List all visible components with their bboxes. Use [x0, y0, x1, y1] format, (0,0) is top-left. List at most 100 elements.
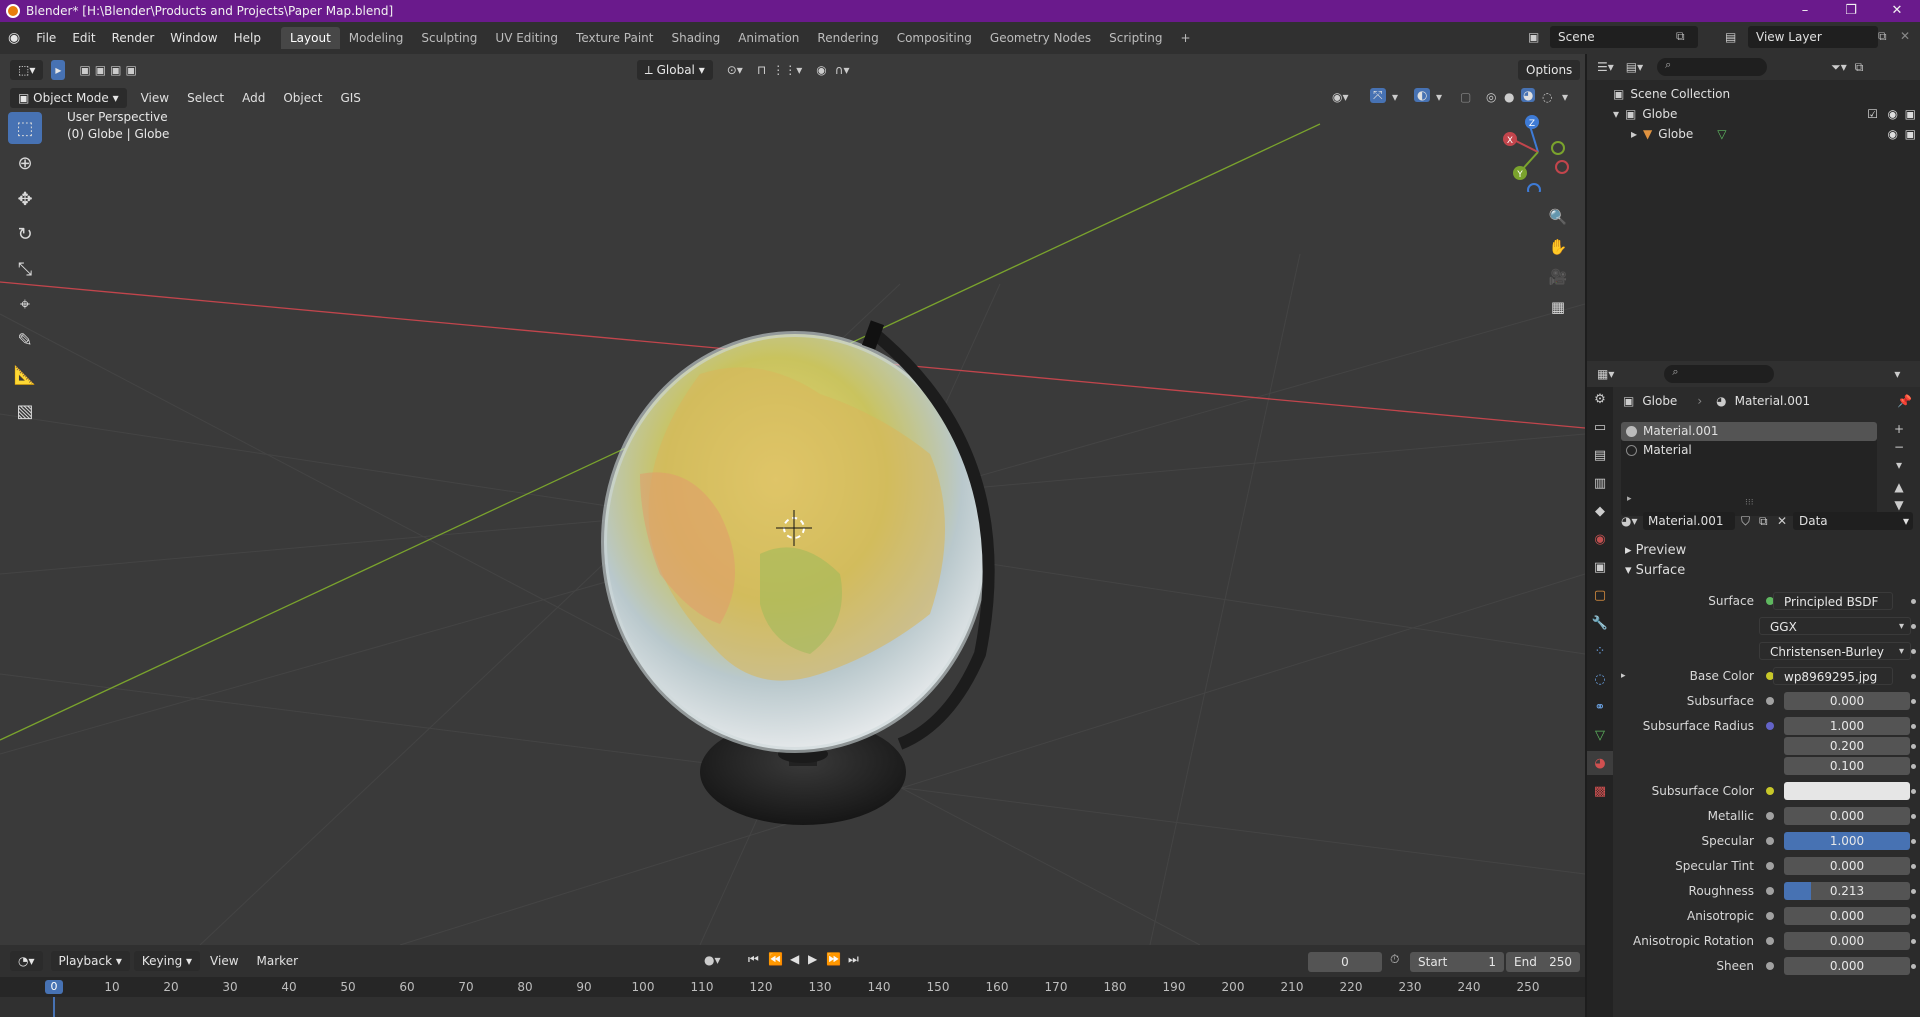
- timeline-view-menu[interactable]: View: [210, 954, 238, 968]
- keyframe-dot-icon[interactable]: [1911, 813, 1916, 819]
- snap-icon[interactable]: ⊓: [757, 63, 766, 77]
- particles-tab-icon[interactable]: ⁘: [1587, 639, 1613, 663]
- view-layer-selector[interactable]: View Layer: [1748, 26, 1878, 48]
- select-new-icon[interactable]: ▣: [79, 63, 90, 77]
- display-mode-icon[interactable]: ▤▾: [1626, 60, 1643, 74]
- visibility-eye-icon[interactable]: ◉: [1888, 107, 1898, 121]
- visibility-icon[interactable]: ◉▾: [1332, 90, 1349, 104]
- world-tab-icon[interactable]: ◉: [1587, 527, 1613, 551]
- tab-rendering[interactable]: Rendering: [808, 27, 887, 49]
- move-tool-icon[interactable]: ✥: [8, 183, 42, 215]
- menu-gis[interactable]: GIS: [340, 91, 360, 105]
- duplicate-material-icon[interactable]: ⧉: [1759, 514, 1768, 529]
- socket-dot-icon[interactable]: [1766, 812, 1774, 820]
- view-layer-icon[interactable]: ▤: [1725, 30, 1736, 44]
- include-checkbox[interactable]: ☑: [1867, 107, 1878, 121]
- new-collection-icon[interactable]: ⧉: [1855, 60, 1864, 75]
- slot-specials-icon[interactable]: ▾: [1889, 458, 1909, 480]
- unlink-material-icon[interactable]: ✕: [1777, 514, 1787, 528]
- scene-tab-icon[interactable]: ◆: [1587, 499, 1613, 523]
- select-extend-icon[interactable]: ▣: [95, 63, 106, 77]
- tool-tab-icon[interactable]: ⚙: [1587, 387, 1613, 411]
- outliner-search-input[interactable]: ⌕: [1657, 58, 1768, 76]
- render-camera-icon[interactable]: ▣: [1905, 127, 1916, 141]
- remove-slot-icon[interactable]: −: [1889, 440, 1909, 458]
- property-field[interactable]: 0.000: [1784, 692, 1910, 710]
- solid-shading-icon[interactable]: ●: [1504, 90, 1514, 104]
- browse-material-icon[interactable]: ◕▾: [1621, 514, 1638, 528]
- property-field[interactable]: 1.000: [1784, 717, 1910, 735]
- 3d-viewport[interactable]: ⬚▾ ▸ ▣ ▣ ▣ ▣ ⟂ Global ▾ ⊙▾ ⊓ ⋮⋮▾ ◉ ∩▾ Op…: [0, 54, 1585, 945]
- cursor-tool-icon[interactable]: ⊕: [8, 147, 42, 179]
- socket-dot-icon[interactable]: [1766, 697, 1774, 705]
- property-field[interactable]: [1784, 782, 1910, 800]
- visibility-eye-icon[interactable]: ◉: [1888, 127, 1898, 141]
- property-field[interactable]: 0.000: [1784, 932, 1910, 950]
- tab-geometry-nodes[interactable]: Geometry Nodes: [981, 27, 1100, 49]
- frame-ruler[interactable]: 0 10 20 30 40 50 60 70 80 90 100 110 120 130 140 150 16…: [0, 977, 1585, 997]
- jump-end-icon[interactable]: ⏭: [848, 952, 859, 967]
- preview-panel-header[interactable]: ▸ Preview: [1613, 540, 1920, 562]
- menu-render[interactable]: Render: [104, 31, 163, 45]
- outliner-editor-type-icon[interactable]: ☰▾: [1597, 60, 1614, 74]
- rotate-tool-icon[interactable]: ↻: [8, 218, 42, 250]
- measure-tool-icon[interactable]: 📐: [8, 359, 42, 391]
- keyframe-dot-icon[interactable]: [1911, 598, 1916, 604]
- select-box-tool-icon[interactable]: ⬚: [8, 112, 42, 144]
- property-field[interactable]: 0.100: [1784, 757, 1910, 775]
- property-field[interactable]: GGX: [1759, 617, 1911, 635]
- property-field[interactable]: Christensen-Burley: [1759, 642, 1911, 660]
- keyframe-dot-icon[interactable]: [1911, 673, 1916, 679]
- new-scene-icon[interactable]: ⧉: [1676, 29, 1685, 44]
- tab-shading[interactable]: Shading: [662, 27, 729, 49]
- current-frame-field[interactable]: 0: [1308, 952, 1382, 972]
- properties-search-input[interactable]: ⌕: [1664, 365, 1775, 383]
- rendered-shading-icon[interactable]: ◌: [1542, 90, 1552, 104]
- tab-layout[interactable]: Layout: [280, 27, 340, 49]
- blender-menu-icon[interactable]: ◉: [0, 30, 28, 46]
- timeline-editor-type-icon[interactable]: ◔▾: [10, 951, 43, 971]
- add-workspace-button[interactable]: +: [1172, 27, 1200, 49]
- remove-view-layer-icon[interactable]: ✕: [1900, 29, 1910, 43]
- pivot-point-icon[interactable]: ⊙▾: [727, 63, 743, 77]
- tab-uv-editing[interactable]: UV Editing: [486, 27, 567, 49]
- menu-file[interactable]: File: [28, 31, 64, 45]
- keyframe-dot-icon[interactable]: [1911, 698, 1916, 704]
- collection-tab-icon[interactable]: ▣: [1587, 555, 1613, 579]
- next-keyframe-icon[interactable]: ⏩: [826, 952, 841, 966]
- end-frame-field[interactable]: End 250: [1506, 952, 1580, 972]
- playhead[interactable]: 0: [45, 980, 63, 994]
- property-field[interactable]: 0.000: [1784, 907, 1910, 925]
- material-slot-list[interactable]: Material.001 Material ▸ ⁝⁝⁝: [1621, 422, 1877, 516]
- output-tab-icon[interactable]: ▤: [1587, 443, 1613, 467]
- overlays-toggle-icon[interactable]: ◐: [1414, 88, 1431, 102]
- outliner-item-globe-object[interactable]: ▸ ▼ Globe ▽ ◉ ▣: [1587, 124, 1920, 144]
- marker-menu[interactable]: Marker: [257, 954, 298, 968]
- menu-object[interactable]: Object: [283, 91, 322, 105]
- expand-arrow-icon[interactable]: ▸: [1631, 127, 1637, 141]
- render-camera-icon[interactable]: ▣: [1905, 107, 1916, 121]
- keyframe-dot-icon[interactable]: [1911, 743, 1916, 749]
- tab-texture-paint[interactable]: Texture Paint: [567, 27, 662, 49]
- stopwatch-icon[interactable]: ⏱: [1390, 952, 1399, 967]
- playback-menu[interactable]: Playback ▾: [50, 951, 130, 971]
- expand-arrow-icon[interactable]: ▾: [1613, 107, 1619, 121]
- object-tab-icon[interactable]: ▢: [1587, 583, 1613, 607]
- socket-dot-icon[interactable]: [1766, 722, 1774, 730]
- keyframe-dot-icon[interactable]: [1911, 963, 1916, 969]
- list-resize-handle[interactable]: ⁝⁝⁝: [1745, 498, 1754, 508]
- shading-dropdown-icon[interactable]: ▾: [1562, 90, 1568, 104]
- physics-tab-icon[interactable]: ◌: [1587, 667, 1613, 691]
- scale-tool-icon[interactable]: ⤡: [8, 253, 42, 285]
- property-field[interactable]: wp8969295.jpg: [1773, 667, 1893, 685]
- proportional-edit-icon[interactable]: ◉: [816, 63, 826, 77]
- falloff-icon[interactable]: ∩▾: [835, 63, 850, 77]
- socket-dot-icon[interactable]: [1766, 962, 1774, 970]
- xray-icon[interactable]: ▢: [1460, 90, 1471, 104]
- zoom-icon[interactable]: 🔍: [1545, 204, 1571, 230]
- options-button[interactable]: Options: [1518, 60, 1581, 80]
- menu-window[interactable]: Window: [162, 31, 225, 45]
- modifier-tab-icon[interactable]: 🔧: [1587, 611, 1613, 635]
- jump-start-icon[interactable]: ⏮: [748, 952, 759, 967]
- add-slot-icon[interactable]: +: [1889, 422, 1909, 440]
